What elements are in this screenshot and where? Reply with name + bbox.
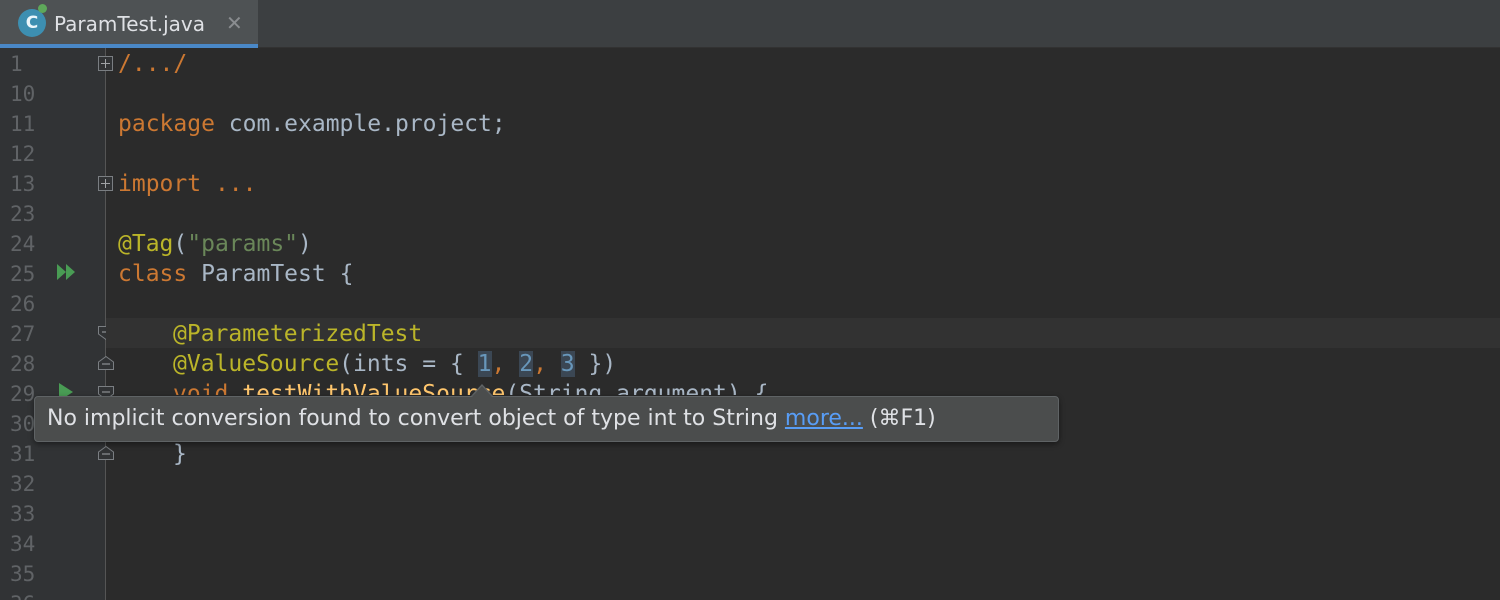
number-literal: 2: [519, 351, 534, 377]
tab-title: ParamTest.java: [54, 12, 206, 36]
annotation-value-source: @ValueSource: [173, 351, 340, 377]
java-class-icon-letter: C: [25, 13, 39, 33]
keyword-import: import: [118, 171, 202, 197]
paren-close: ): [298, 231, 312, 257]
array-close: }): [574, 351, 617, 377]
tooltip-shortcut: (⌘F1): [862, 406, 936, 431]
ints-assign: (ints = {: [339, 351, 478, 377]
line-number: 32: [10, 472, 36, 496]
line-number: 26: [10, 292, 36, 316]
java-class-icon: C: [18, 4, 47, 37]
comma: ,: [533, 351, 561, 377]
method-name: testWithValueSource: [228, 381, 506, 395]
fold-collapse-icon[interactable]: [98, 446, 114, 460]
code-line-close-brace[interactable]: }: [173, 439, 187, 469]
tooltip-message: No implicit conversion found to convert …: [47, 406, 785, 431]
number-literal: 3: [560, 351, 575, 377]
keyword-class: class: [118, 261, 188, 287]
line-number: 36: [10, 589, 40, 600]
fold-expand-icon[interactable]: [98, 176, 113, 191]
close-icon[interactable]: ✕: [226, 12, 243, 34]
fold-collapse-icon[interactable]: [98, 356, 114, 370]
tooltip-pointer-fill: [472, 386, 492, 397]
keyword-void: void: [173, 381, 229, 395]
line-number: 34: [10, 532, 36, 556]
method-params: (String argument) {: [505, 381, 769, 395]
line-number: 27: [10, 322, 36, 346]
annotation-tag: @Tag: [118, 231, 174, 257]
folded-header: /.../: [118, 51, 188, 77]
line-number: 10: [10, 82, 36, 106]
line-number: 33: [10, 502, 36, 526]
editor-tab-bar: C ParamTest.java ✕: [0, 0, 1500, 48]
fold-expand-icon[interactable]: [98, 56, 113, 71]
line-number: 24: [10, 232, 36, 256]
error-tooltip: No implicit conversion found to convert …: [34, 396, 1059, 442]
line-number: 1: [10, 52, 23, 76]
line-number: 13: [10, 172, 36, 196]
line-number: 23: [10, 202, 36, 226]
closing-brace: }: [173, 441, 187, 467]
line-number: 35: [10, 562, 36, 586]
class-name: ParamTest {: [187, 261, 354, 287]
line-number: 11: [10, 112, 36, 136]
code-line-class-decl[interactable]: class ParamTest {: [118, 259, 353, 289]
test-marker-icon: [38, 4, 47, 13]
line-number: 25: [10, 262, 36, 286]
folded-imports: ...: [201, 171, 257, 197]
package-name: com.example.project;: [214, 111, 506, 137]
paren-open: (: [173, 231, 188, 257]
line-number: 12: [10, 142, 36, 166]
code-line-value-source[interactable]: @ValueSource(ints = { 1, 2, 3 }): [173, 349, 616, 379]
line-number: 31: [10, 442, 36, 466]
code-line-import[interactable]: import ...: [118, 169, 256, 199]
code-line-folded-comment[interactable]: /.../: [118, 49, 187, 79]
tooltip-more-link[interactable]: more...: [785, 406, 863, 431]
annotation-parameterized-test: @ParameterizedTest: [173, 321, 423, 347]
code-line-parameterized-test[interactable]: @ParameterizedTest: [173, 319, 422, 349]
number-literal: 1: [477, 351, 492, 377]
keyword-package: package: [118, 111, 215, 137]
string-literal: "params": [187, 231, 299, 257]
tab-paramtest-java[interactable]: C ParamTest.java ✕: [0, 0, 258, 48]
code-line-package[interactable]: package com.example.project;: [118, 109, 506, 139]
code-line-tag-annotation[interactable]: @Tag("params"): [118, 229, 312, 259]
line-number: 28: [10, 352, 36, 376]
run-all-tests-icon[interactable]: [55, 262, 79, 282]
comma: ,: [491, 351, 520, 377]
